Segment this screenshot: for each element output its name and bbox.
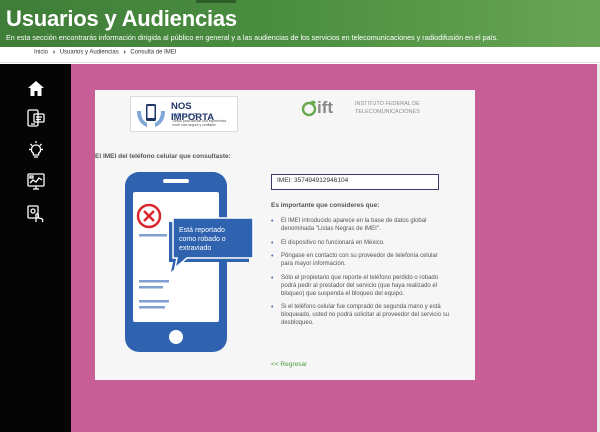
- consider-heading: Es importante que consideres que:: [271, 202, 380, 209]
- consider-list: El IMEI introducido aparece en la base d…: [271, 218, 451, 334]
- ift-emblem-icon: [301, 100, 317, 117]
- nos-importa-subtitle: MÉXICO: [172, 112, 198, 117]
- list-item: Póngase en contacto con su proveedor de …: [271, 253, 451, 269]
- stolen-phone-illustration: Está reportado como robado o extraviado: [113, 170, 273, 360]
- nos-importa-tagline: Juntos para brindar una experiencia móvi…: [172, 119, 227, 127]
- list-item: El IMEI introducido aparece en la base d…: [271, 218, 451, 234]
- breadcrumb-usuarios[interactable]: Usuarios y Audiencias: [60, 50, 119, 56]
- chevron-right-icon: ›: [52, 49, 56, 56]
- monitor-chart-icon[interactable]: [26, 172, 46, 192]
- breadcrumb-bar: Inicio › Usuarios y Audiencias › Consult…: [0, 47, 600, 63]
- breadcrumb-home[interactable]: Inicio: [34, 50, 48, 56]
- hands-phone-icon: [137, 104, 165, 127]
- breadcrumb: Inicio › Usuarios y Audiencias › Consult…: [34, 49, 176, 56]
- phone-id-icon[interactable]: [26, 108, 46, 128]
- bubble-line-1: Está reportado: [179, 227, 225, 234]
- page-subtitle: En esta sección encontrarás información …: [6, 33, 499, 42]
- list-item: Si el teléfono celular fue comprado de s…: [271, 304, 451, 327]
- header-tab-marker: [196, 0, 236, 3]
- ift-logo: ift INSTITUTO FEDERAL DE TELECOMUNICACIO…: [301, 98, 431, 124]
- lightbulb-icon[interactable]: [26, 140, 46, 160]
- back-link[interactable]: << Regresar: [271, 361, 307, 368]
- bubble-line-2: como robado o: [179, 236, 226, 243]
- phone-home-button: [169, 330, 183, 344]
- imei-result-card: NOS IMPORTA MÉXICO Juntos para brindar u…: [95, 90, 475, 380]
- chevron-right-icon: ›: [123, 49, 126, 56]
- imei-value-field[interactable]: IMEI: 357494912946104: [271, 174, 439, 190]
- nos-importa-logo: NOS IMPORTA MÉXICO Juntos para brindar u…: [130, 96, 238, 132]
- ift-name-line1: INSTITUTO FEDERAL DE: [355, 101, 420, 107]
- device-touch-icon[interactable]: [26, 204, 46, 224]
- page: Usuarios y Audiencias En esta sección en…: [0, 0, 600, 432]
- phone-speaker: [163, 179, 189, 183]
- sidebar: [0, 64, 71, 432]
- breadcrumb-current: Consulta de IMEI: [130, 49, 177, 56]
- ift-wordmark: ift: [317, 98, 334, 117]
- main-content: NOS IMPORTA MÉXICO Juntos para brindar u…: [71, 64, 600, 432]
- home-icon[interactable]: [26, 78, 46, 98]
- imei-label: El IMEI del teléfono celular que consult…: [95, 153, 231, 160]
- list-item: Sólo el propietario que reporte el teléf…: [271, 275, 451, 298]
- ift-name-line2: TELECOMUNICACIONES: [355, 109, 420, 115]
- page-title: Usuarios y Audiencias: [6, 6, 237, 31]
- site-header: Usuarios y Audiencias En esta sección en…: [0, 0, 600, 47]
- list-item: El dispositivo no funcionará en México.: [271, 240, 451, 248]
- bubble-line-3: extraviado: [179, 245, 211, 252]
